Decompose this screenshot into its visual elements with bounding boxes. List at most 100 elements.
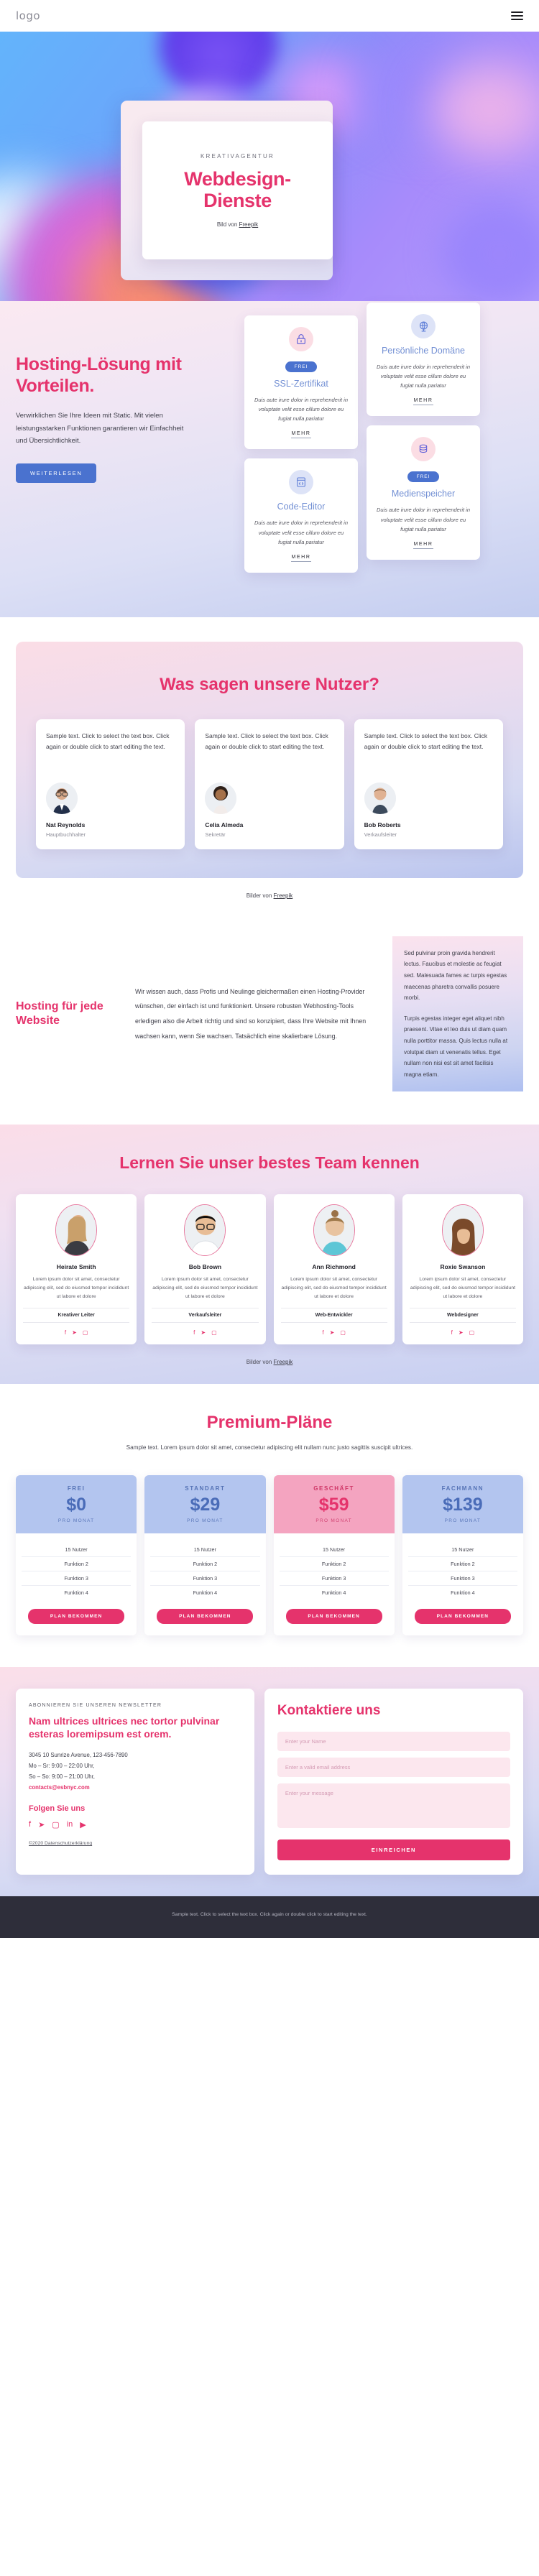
hosting-title: Hosting-Lösung mit Vorteilen. [16, 354, 182, 396]
avatar [46, 782, 78, 814]
team-socials: f ➤ ▢ [281, 1329, 387, 1336]
hosting-body: Verwirklichen Sie Ihre Ideen mit Static.… [16, 412, 184, 446]
hamburger-menu-icon[interactable] [511, 11, 523, 21]
get-plan-button[interactable]: PLAN BEKOMMEN [285, 1608, 382, 1624]
get-plan-button[interactable]: PLAN BEKOMMEN [28, 1608, 125, 1624]
service-more-link[interactable]: MEHR [413, 398, 433, 406]
name-field[interactable] [277, 1731, 510, 1751]
service-card-ssl[interactable]: FREI SSL-Zertifikat Duis aute irure dolo… [244, 315, 358, 450]
team-image-credit: Bilder von Freepik [16, 1344, 523, 1365]
facebook-icon[interactable]: f [193, 1329, 195, 1336]
privacy-policy-link[interactable]: ©2020 Datenschutzerklärung [29, 1841, 92, 1846]
testimonial-text: Sample text. Click to select the text bo… [364, 731, 488, 750]
plan-feature: 15 Nutzer [407, 1543, 517, 1557]
price-card-standart: STANDART $29 PRO MONAT 15 Nutzer Funktio… [144, 1474, 266, 1635]
page-root: logo KREATIVAGENTUR Webdesign- Dienste B… [0, 0, 539, 1938]
service-desc: Duis aute irure dolor in reprehenderit i… [376, 507, 471, 532]
testimonial-role: Sekretär [205, 831, 226, 838]
page-title: Webdesign- Dienste [184, 169, 291, 211]
team-card: Bob Brown Lorem ipsum dolor sit amet, co… [144, 1194, 266, 1344]
credit-link[interactable]: Freepik [274, 1359, 293, 1365]
follow-us-title: Folgen Sie uns [29, 1804, 86, 1814]
price-header: GESCHÄFT $59 PRO MONAT [273, 1474, 395, 1533]
team-role: Kreativer Leiter [23, 1307, 130, 1323]
instagram-icon[interactable]: ▢ [469, 1329, 475, 1336]
team-card: Ann Richmond Lorem ipsum dolor sit amet,… [273, 1194, 395, 1344]
service-title: Medienspeicher [391, 489, 456, 499]
read-more-button[interactable]: WEITERLESEN [16, 463, 97, 483]
price-body: 15 Nutzer Funktion 2 Funktion 3 Funktion… [402, 1533, 523, 1635]
service-more-link[interactable]: MEHR [413, 542, 433, 549]
testimonial-role: Hauptbuchhalter [46, 831, 86, 838]
message-field[interactable] [277, 1783, 510, 1828]
price-header: FREI $0 PRO MONAT [16, 1474, 137, 1533]
twitter-icon[interactable]: ➤ [201, 1329, 206, 1336]
price-card-geschaeft: GESCHÄFT $59 PRO MONAT 15 Nutzer Funktio… [273, 1474, 395, 1635]
service-card-domain[interactable]: Persönliche Domäne Duis aute irure dolor… [367, 303, 480, 417]
price-body: 15 Nutzer Funktion 2 Funktion 3 Funktion… [274, 1533, 395, 1635]
service-title: SSL-Zertifikat [274, 379, 328, 389]
submit-button[interactable]: EINREICHEN [277, 1839, 510, 1860]
decorative-blob [446, 204, 539, 301]
twitter-icon[interactable]: ➤ [72, 1329, 77, 1336]
team-name: Roxie Swanson [440, 1263, 486, 1271]
price-header: FACHMANN $139 PRO MONAT [402, 1474, 523, 1533]
service-desc: Duis aute irure dolor in reprehenderit i… [254, 397, 349, 423]
newsletter-kicker: ABONNIEREN SIE UNSEREN NEWSLETTER [29, 1702, 162, 1708]
footer-section: ABONNIEREN SIE UNSEREN NEWSLETTER Nam ul… [0, 1666, 539, 1896]
team-photo [441, 1204, 484, 1257]
instagram-icon[interactable]: ▢ [340, 1329, 346, 1336]
service-card-media-storage[interactable]: FREI Medienspeicher Duis aute irure dolo… [367, 425, 480, 560]
database-icon [411, 437, 436, 462]
service-column-left: FREI SSL-Zertifikat Duis aute irure dolo… [244, 315, 358, 573]
get-plan-button[interactable]: PLAN BEKOMMEN [414, 1608, 511, 1624]
plan-price: $29 [190, 1494, 221, 1515]
footer-panel: ABONNIEREN SIE UNSEREN NEWSLETTER Nam ul… [16, 1688, 523, 1875]
youtube-icon[interactable]: ▶ [80, 1820, 86, 1829]
facebook-icon[interactable]: f [29, 1820, 31, 1829]
facebook-icon[interactable]: f [65, 1329, 66, 1336]
hero-section: KREATIVAGENTUR Webdesign- Dienste Bild v… [0, 32, 539, 301]
twitter-icon[interactable]: ➤ [38, 1820, 45, 1829]
price-card-fachmann: FACHMANN $139 PRO MONAT 15 Nutzer Funkti… [402, 1474, 523, 1635]
credit-link[interactable]: Freepik [239, 221, 259, 228]
plan-feature: Funktion 2 [22, 1557, 132, 1571]
instagram-icon[interactable]: ▢ [211, 1329, 217, 1336]
team-name: Bob Brown [188, 1263, 222, 1271]
plan-price: $139 [443, 1494, 483, 1515]
twitter-icon[interactable]: ➤ [459, 1329, 464, 1336]
testimonial-name: Nat Reynolds [46, 821, 86, 828]
credit-link[interactable]: Freepik [274, 892, 293, 899]
testimonial-card: Sample text. Click to select the text bo… [36, 719, 185, 849]
plan-feature: Funktion 3 [22, 1571, 132, 1586]
service-more-link[interactable]: MEHR [291, 431, 311, 439]
team-card: Roxie Swanson Lorem ipsum dolor sit amet… [402, 1194, 523, 1344]
twitter-icon[interactable]: ➤ [330, 1329, 335, 1336]
contact-form-column: Kontaktiere uns EINREICHEN [264, 1688, 523, 1875]
service-card-code-editor[interactable]: Code-Editor Duis aute irure dolor in rep… [244, 458, 358, 573]
linkedin-icon[interactable]: in [67, 1820, 73, 1829]
logo[interactable]: logo [16, 9, 40, 22]
testimonial-role: Verkaufsleiter [364, 831, 397, 838]
service-desc: Duis aute irure dolor in reprehenderit i… [376, 364, 471, 389]
plan-name: GESCHÄFT [313, 1485, 355, 1492]
testimonial-text: Sample text. Click to select the text bo… [46, 731, 170, 750]
hosting-intro: Hosting-Lösung mit Vorteilen. Verwirklic… [16, 338, 231, 573]
bottom-bar: Sample text. Click to select the text bo… [0, 1896, 539, 1938]
contact-email-link[interactable]: contacts@esbnyc.com [29, 1784, 90, 1791]
hfe-title: Hosting für jede Website [16, 1000, 103, 1028]
plan-feature: 15 Nutzer [22, 1543, 132, 1557]
service-desc: Duis aute irure dolor in reprehenderit i… [254, 520, 349, 545]
instagram-icon[interactable]: ▢ [52, 1820, 59, 1829]
address-line-2: Mo – Sr: 9:00 – 22:00 Uhr, [29, 1762, 95, 1769]
plan-period: PRO MONAT [57, 1518, 95, 1523]
email-field[interactable] [277, 1757, 510, 1777]
facebook-icon[interactable]: f [451, 1329, 453, 1336]
facebook-icon[interactable]: f [322, 1329, 323, 1336]
service-more-link[interactable]: MEHR [291, 555, 311, 562]
contact-address: 3045 10 Sunrize Avenue, 123-456-7890 Mo … [29, 1750, 241, 1793]
hfe-side-paragraph-2: Turpis egestas integer eget aliquet nibh… [404, 1015, 508, 1078]
get-plan-button[interactable]: PLAN BEKOMMEN [157, 1608, 254, 1624]
instagram-icon[interactable]: ▢ [83, 1329, 88, 1336]
plan-period: PRO MONAT [315, 1518, 352, 1523]
